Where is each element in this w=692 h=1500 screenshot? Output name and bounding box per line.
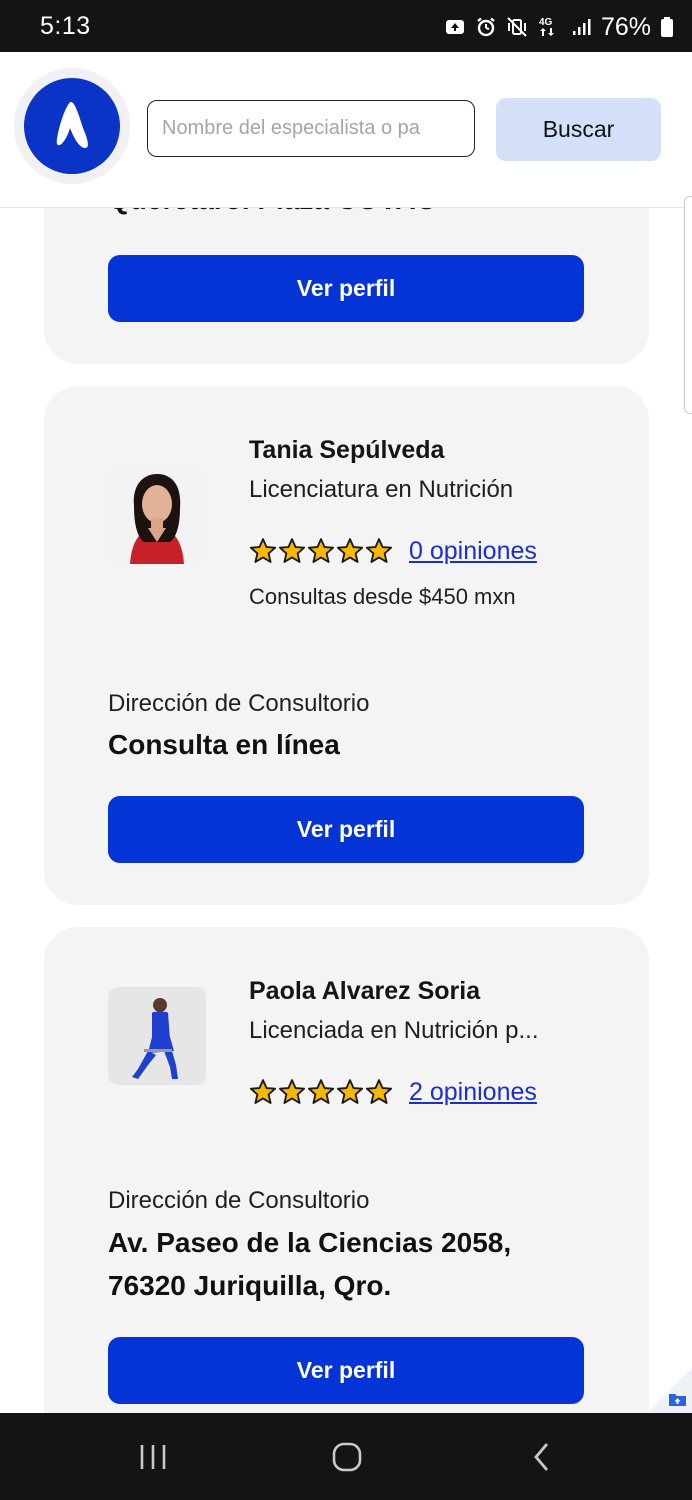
star-icon (278, 1079, 306, 1104)
specialist-specialty: Licenciada en Nutrición p... (249, 1017, 539, 1044)
recent-apps-icon[interactable] (133, 1437, 173, 1477)
view-profile-button[interactable]: Ver perfil (108, 796, 584, 863)
star-rating (249, 537, 393, 565)
star-icon (365, 1079, 393, 1104)
status-time: 5:13 (40, 12, 91, 40)
star-rating (249, 1078, 393, 1106)
home-icon[interactable] (327, 1437, 367, 1477)
svg-text:4G: 4G (539, 17, 553, 28)
consultation-price: Consultas desde $450 mxn (249, 584, 516, 609)
specialist-photo[interactable] (108, 987, 206, 1085)
brand-logo-icon[interactable] (24, 78, 120, 174)
bookmark-corner-icon[interactable] (646, 1368, 692, 1414)
search-button[interactable]: Buscar (496, 98, 661, 161)
rating: 2 opiniones (249, 1077, 537, 1107)
star-icon (278, 538, 306, 563)
back-icon[interactable] (522, 1437, 562, 1477)
results-list[interactable]: Querétaro. Plaza COVAO Ver perfil Tania … (0, 52, 692, 1413)
signal-icon (570, 16, 592, 38)
star-icon (365, 538, 393, 563)
view-profile-button[interactable]: Ver perfil (108, 1337, 584, 1404)
specialist-card: Tania Sepúlveda Licenciatura en Nutrició… (44, 386, 649, 905)
card-address: Consulta en línea (108, 729, 340, 760)
search-input[interactable] (147, 100, 475, 157)
star-icon (336, 1079, 364, 1104)
status-bar: 5:13 4G 76% (0, 0, 692, 52)
app-header: Buscar (0, 52, 692, 208)
star-icon (249, 538, 277, 563)
view-profile-button[interactable]: Ver perfil (108, 255, 584, 322)
star-icon (336, 538, 364, 563)
star-icon (307, 1079, 335, 1104)
specialist-specialty: Licenciatura en Nutrición (249, 476, 514, 503)
address-label: Dirección de Consultorio (108, 1187, 370, 1214)
battery-percent: 76% (600, 12, 651, 41)
specialist-name[interactable]: Tania Sepúlveda (249, 436, 444, 465)
specialist-name[interactable]: Paola Alvarez Soria (249, 977, 480, 1006)
network-4g-icon: 4G (537, 16, 561, 38)
photo-notification-icon (444, 16, 466, 38)
vibrate-icon (506, 16, 528, 38)
system-nav-bar (0, 1413, 692, 1500)
alarm-icon (475, 16, 497, 38)
scrollbar-handle[interactable] (684, 196, 692, 414)
specialist-photo[interactable] (108, 466, 206, 564)
reviews-link[interactable]: 0 opiniones (409, 537, 537, 566)
battery-icon (660, 16, 674, 38)
address-label: Dirección de Consultorio (108, 690, 370, 717)
star-icon (307, 538, 335, 563)
reviews-link[interactable]: 2 opiniones (409, 1078, 537, 1107)
status-icons: 4G 76% (444, 12, 674, 42)
star-icon (249, 1079, 277, 1104)
card-address: Av. Paseo de la Ciencias 2058, 76320 Jur… (108, 1227, 512, 1301)
rating: 0 opiniones (249, 536, 537, 566)
specialist-card: Paola Alvarez Soria Licenciada en Nutric… (44, 927, 649, 1413)
